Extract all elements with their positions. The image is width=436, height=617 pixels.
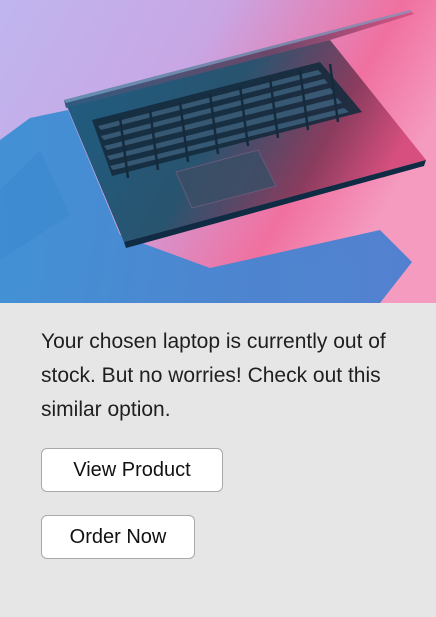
view-product-button[interactable]: View Product [41, 448, 223, 492]
laptop-illustration [0, 0, 436, 303]
product-card: Your chosen laptop is currently out of s… [0, 0, 436, 617]
order-now-button[interactable]: Order Now [41, 515, 195, 559]
card-body: Your chosen laptop is currently out of s… [0, 303, 436, 617]
laptop-image [0, 0, 436, 303]
out-of-stock-message: Your chosen laptop is currently out of s… [41, 330, 386, 421]
